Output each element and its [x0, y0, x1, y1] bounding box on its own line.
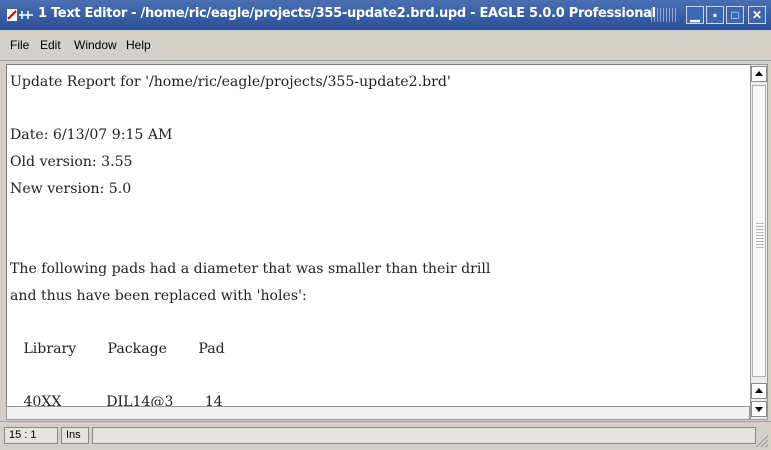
window-title: 1 Text Editor - /home/ric/eagle/projects… [38, 6, 656, 21]
title-grip [651, 8, 677, 22]
menu-window[interactable]: Window [74, 38, 117, 52]
maximize-button[interactable]: □ [726, 6, 744, 24]
resize-grip-icon[interactable] [756, 435, 768, 447]
menu-help[interactable]: Help [126, 38, 151, 52]
insert-mode-indicator[interactable]: Ins [61, 427, 89, 444]
arrow-up-icon[interactable] [751, 66, 767, 82]
arrow-up-icon[interactable] [751, 383, 767, 399]
menu-edit[interactable]: Edit [40, 38, 61, 52]
restore-button[interactable]: ▪ [706, 6, 724, 24]
vertical-scrollbar[interactable] [750, 64, 768, 420]
arrow-down-icon[interactable] [751, 401, 767, 417]
title-bar[interactable]: 1 Text Editor - /home/ric/eagle/projects… [0, 0, 771, 30]
text-editor-window: 1 Text Editor - /home/ric/eagle/projects… [0, 0, 771, 450]
text-editor-area[interactable]: Update Report for '/home/ric/eagle/proje… [6, 64, 752, 408]
status-bar: 15 : 1 Ins [0, 421, 771, 450]
menu-bar: File Edit Window Help [0, 30, 771, 61]
document-text[interactable]: Update Report for '/home/ric/eagle/proje… [10, 69, 490, 407]
eagle-app-icon[interactable] [6, 7, 34, 23]
menu-file[interactable]: File [10, 38, 29, 52]
minimize-button[interactable]: ▁ [686, 6, 704, 24]
cursor-position: 15 : 1 [4, 427, 58, 444]
thumb-grip [756, 222, 764, 248]
horizontal-scrollbar[interactable] [6, 406, 750, 420]
close-button[interactable]: ✕ [748, 6, 766, 24]
scrollbar-thumb[interactable] [752, 85, 766, 377]
status-message [92, 427, 756, 444]
